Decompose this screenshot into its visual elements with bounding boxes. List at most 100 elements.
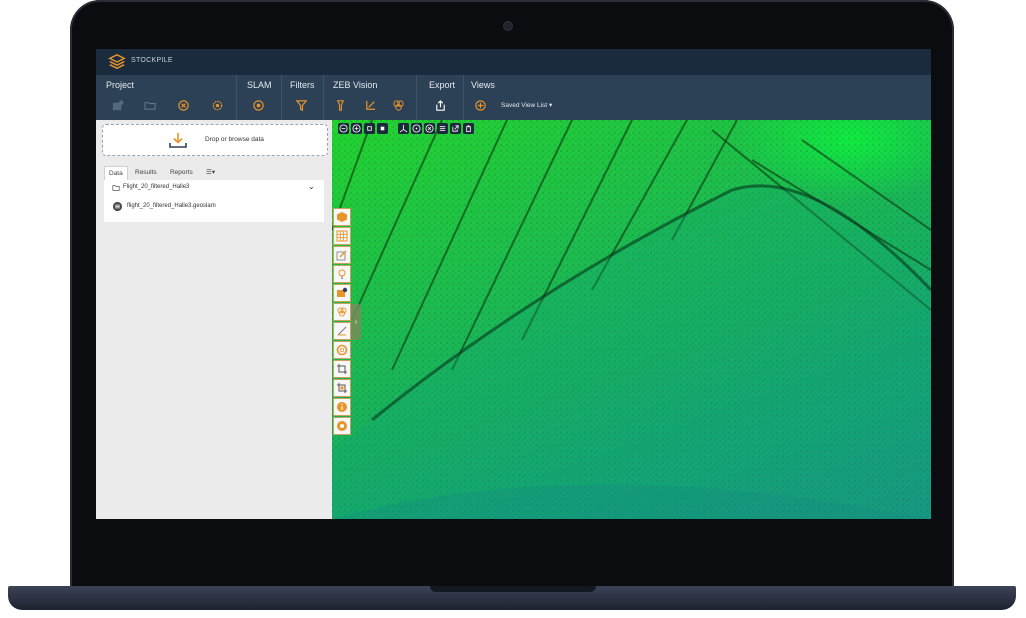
slam-process-button[interactable] bbox=[251, 98, 265, 112]
zoom-in-icon bbox=[352, 124, 361, 133]
crop-box-tool-button[interactable] bbox=[333, 379, 351, 397]
group-label-slam: SLAM bbox=[247, 80, 272, 90]
lightbulb-icon bbox=[338, 269, 346, 279]
group-filters: Filters bbox=[281, 75, 324, 120]
axes-icon bbox=[399, 124, 408, 133]
saved-view-list-dropdown[interactable]: Saved View List ▾ bbox=[501, 101, 552, 109]
laptop-camera bbox=[504, 22, 512, 30]
frame-view-button[interactable] bbox=[364, 123, 375, 134]
color-tool-button[interactable] bbox=[333, 303, 351, 321]
crop-box-icon bbox=[337, 383, 347, 393]
group-label-zeb-vision: ZEB Vision bbox=[333, 80, 378, 90]
new-project-icon bbox=[112, 99, 124, 110]
add-circle-icon bbox=[474, 99, 486, 111]
group-label-views: Views bbox=[471, 80, 495, 90]
list-view-button[interactable] bbox=[437, 123, 448, 134]
group-views: Views bbox=[463, 75, 583, 120]
zeb-transform-button[interactable] bbox=[363, 98, 377, 112]
group-export: Export bbox=[416, 75, 464, 120]
reset-view-button[interactable] bbox=[424, 123, 435, 134]
zeb-pin-button[interactable] bbox=[333, 98, 347, 112]
external-link-button[interactable] bbox=[450, 123, 461, 134]
delete-button[interactable] bbox=[463, 123, 474, 134]
pin-icon bbox=[336, 99, 344, 111]
zoom-out-button[interactable] bbox=[338, 123, 349, 134]
grid-tool-button[interactable] bbox=[333, 227, 351, 245]
cube-tool-button[interactable] bbox=[333, 208, 351, 226]
data-panel: Drop or browse data Data Results Reports… bbox=[96, 120, 332, 519]
trash-icon bbox=[466, 125, 471, 133]
zoom-in-button[interactable] bbox=[351, 123, 362, 134]
measure-tool-button[interactable] bbox=[333, 322, 351, 340]
close-project-button[interactable] bbox=[176, 98, 190, 112]
folder-row[interactable]: Flight_20_filtered_Halle3 ⌄ bbox=[112, 182, 316, 194]
target-ring-icon bbox=[336, 344, 348, 356]
point-cloud-viewport[interactable]: ‹ bbox=[332, 120, 931, 519]
app-titlebar: STOCKPILE bbox=[96, 49, 931, 75]
tab-results[interactable]: Results bbox=[131, 166, 161, 180]
settings-tool-button[interactable] bbox=[333, 417, 351, 435]
ribbon-toolbar: Project SLAM Filters ZEB Vision Export V… bbox=[96, 75, 931, 120]
crop-icon bbox=[337, 364, 347, 374]
orbit-icon bbox=[412, 124, 421, 133]
funnel-icon bbox=[295, 99, 307, 111]
group-project: Project bbox=[96, 75, 237, 120]
collapse-panel-button[interactable]: ‹ bbox=[351, 304, 361, 340]
edit-tool-button[interactable] bbox=[333, 246, 351, 264]
download-tray-icon bbox=[169, 133, 187, 148]
slam-icon bbox=[252, 99, 264, 111]
open-folder-icon bbox=[143, 101, 156, 110]
group-label-project: Project bbox=[106, 80, 135, 90]
orbit-button[interactable] bbox=[411, 123, 422, 134]
stop-button[interactable] bbox=[377, 123, 388, 134]
tab-menu-button[interactable]: ☰▾ bbox=[202, 166, 219, 180]
close-circle-icon bbox=[177, 99, 189, 111]
open-project-button[interactable] bbox=[143, 98, 157, 112]
info-tool-button[interactable] bbox=[333, 398, 351, 416]
app-screen: STOCKPILE Project SLAM Filters ZEB Visio… bbox=[96, 49, 931, 519]
project-settings-button[interactable] bbox=[210, 98, 224, 112]
saved-view-list-label: Saved View List bbox=[501, 102, 548, 109]
transform-icon bbox=[365, 100, 375, 110]
group-label-filters: Filters bbox=[290, 80, 315, 90]
new-project-button[interactable] bbox=[110, 98, 124, 112]
list-icon bbox=[439, 126, 446, 131]
settings-badge-icon bbox=[337, 421, 347, 431]
cancel-circle-icon bbox=[425, 124, 434, 133]
data-tree: Flight_20_filtered_Halle3 ⌄ flight_20_fi… bbox=[104, 180, 324, 222]
dataset-file-icon bbox=[112, 201, 123, 212]
chevron-left-icon: ‹ bbox=[354, 318, 358, 326]
filter-button[interactable] bbox=[294, 98, 308, 112]
laptop-base-notch bbox=[430, 586, 596, 592]
folder-icon bbox=[112, 185, 120, 191]
info-circle-icon bbox=[337, 402, 347, 412]
stop-square-icon bbox=[380, 126, 385, 131]
crop-tool-button[interactable] bbox=[333, 360, 351, 378]
caret-down-icon: ▾ bbox=[548, 102, 553, 109]
add-view-button[interactable] bbox=[473, 98, 487, 112]
point-cloud-render bbox=[332, 120, 931, 519]
drop-zone[interactable]: Drop or browse data bbox=[102, 124, 328, 156]
light-tool-button[interactable] bbox=[333, 265, 351, 283]
app-brand: STOCKPILE bbox=[131, 57, 173, 64]
tab-reports[interactable]: Reports bbox=[166, 166, 197, 180]
chevron-down-icon[interactable]: ⌄ bbox=[308, 182, 315, 191]
toolbar-separator bbox=[390, 123, 396, 135]
zeb-colorize-button[interactable] bbox=[391, 98, 405, 112]
tab-data[interactable]: Data bbox=[104, 166, 128, 181]
export-button[interactable] bbox=[433, 98, 447, 112]
zoom-out-icon bbox=[339, 124, 348, 133]
file-name: flight_20_filtered_Halle3.geoslam bbox=[127, 203, 216, 209]
axes-button[interactable] bbox=[398, 123, 409, 134]
grid-icon bbox=[336, 230, 348, 242]
rgb-circles-icon bbox=[337, 307, 347, 317]
image-badge-icon bbox=[337, 287, 348, 297]
rgb-circles-icon bbox=[392, 99, 404, 111]
cube-icon bbox=[337, 212, 347, 222]
image-tool-button[interactable] bbox=[333, 284, 351, 302]
target-tool-button[interactable] bbox=[333, 341, 351, 359]
group-label-export: Export bbox=[429, 80, 456, 90]
group-zeb-vision: ZEB Vision bbox=[323, 75, 417, 120]
drop-zone-text: Drop or browse data bbox=[205, 136, 264, 143]
viewport-toolbar bbox=[338, 123, 474, 135]
